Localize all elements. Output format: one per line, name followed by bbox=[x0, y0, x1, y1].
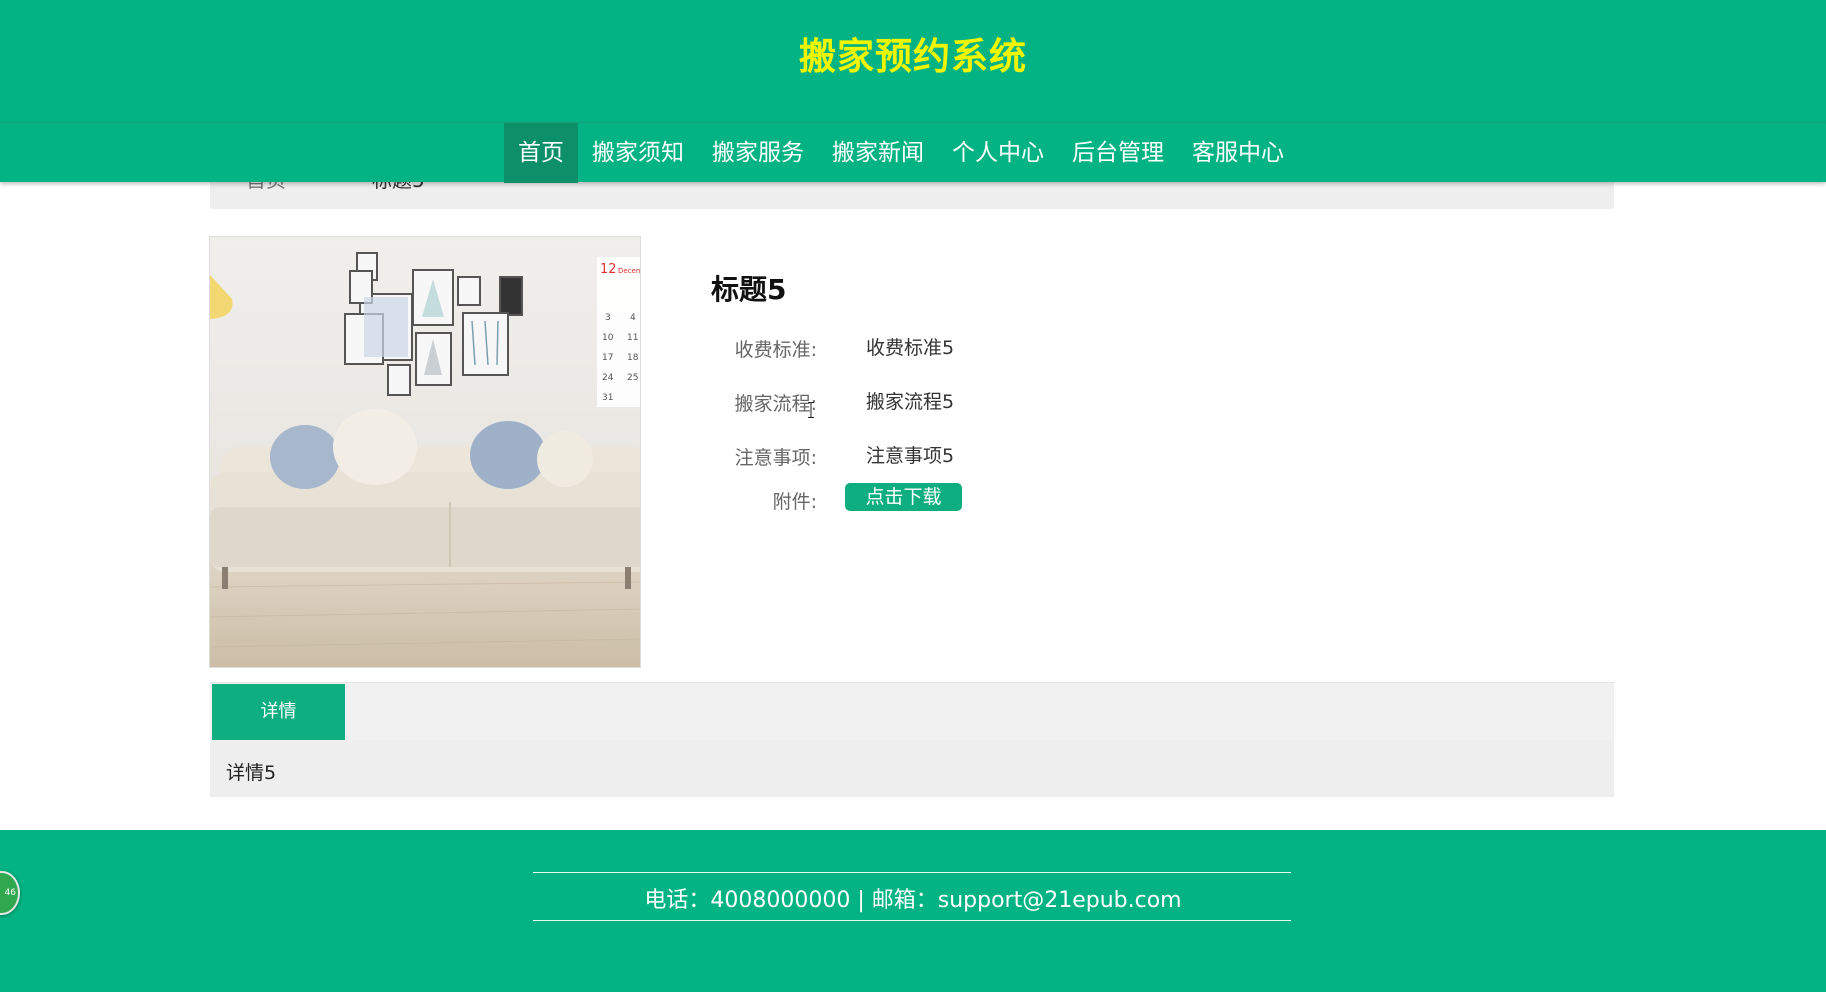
svg-text:25: 25 bbox=[627, 373, 638, 383]
calendar-word: Decem bbox=[618, 267, 641, 275]
fee-standard-value: 收费标准5 bbox=[866, 337, 955, 359]
site-footer: 电话：4008000000 | 邮箱：support@21epub.com bbox=[0, 830, 1826, 992]
svg-text:10: 10 bbox=[602, 333, 614, 343]
details-text: 详情5 bbox=[226, 762, 277, 784]
notes-label: 注意事项: bbox=[734, 447, 817, 469]
download-button[interactable]: 点击下载 bbox=[845, 483, 962, 511]
calendar-month: 12 bbox=[600, 262, 617, 277]
nav-item-home[interactable]: 首页 bbox=[504, 123, 578, 183]
moving-process-label: 搬家流程: bbox=[734, 393, 817, 415]
attachment-label: 附件: bbox=[772, 491, 817, 513]
tab-content-panel: 详情5 bbox=[210, 740, 1614, 797]
footer-divider-top bbox=[533, 872, 1291, 873]
svg-text:3: 3 bbox=[605, 313, 611, 323]
site-header: 搬家预约系统 bbox=[0, 0, 1826, 122]
moving-process-value: 搬家流程5 bbox=[866, 391, 955, 413]
nav-item-news[interactable]: 搬家新闻 bbox=[818, 123, 938, 183]
site-title: 搬家预约系统 bbox=[799, 35, 1027, 78]
text-cursor-icon bbox=[808, 402, 814, 418]
product-image: 12 Decem 3 4 10 11 17 18 24 25 31 bbox=[209, 236, 641, 668]
nav-item-personal-center[interactable]: 个人中心 bbox=[938, 123, 1058, 183]
footer-contact: 电话：4008000000 | 邮箱：support@21epub.com bbox=[644, 888, 1182, 913]
svg-text:17: 17 bbox=[602, 353, 613, 363]
main-nav: 首页 搬家须知 搬家服务 搬家新闻 个人中心 后台管理 客服中心 bbox=[0, 122, 1826, 183]
nav-item-notice[interactable]: 搬家须知 bbox=[578, 123, 698, 183]
nav-item-service[interactable]: 搬家服务 bbox=[698, 123, 818, 183]
fee-standard-label: 收费标准: bbox=[734, 339, 817, 361]
svg-text:31: 31 bbox=[602, 393, 613, 403]
svg-text:11: 11 bbox=[627, 333, 638, 343]
sofa-room-illustration: 12 Decem 3 4 10 11 17 18 24 25 31 bbox=[210, 237, 641, 667]
notes-value: 注意事项5 bbox=[866, 445, 955, 467]
nav-item-customer-service[interactable]: 客服中心 bbox=[1178, 123, 1298, 183]
footer-divider-bottom bbox=[533, 920, 1291, 921]
svg-text:24: 24 bbox=[602, 373, 614, 383]
nav-item-admin[interactable]: 后台管理 bbox=[1058, 123, 1178, 183]
tab-details[interactable]: 详情 bbox=[212, 684, 345, 740]
svg-text:4: 4 bbox=[630, 313, 636, 323]
detail-title: 标题5 bbox=[711, 273, 787, 306]
detail-tab-bar: 详情 bbox=[210, 682, 1614, 740]
svg-text:18: 18 bbox=[627, 353, 639, 363]
